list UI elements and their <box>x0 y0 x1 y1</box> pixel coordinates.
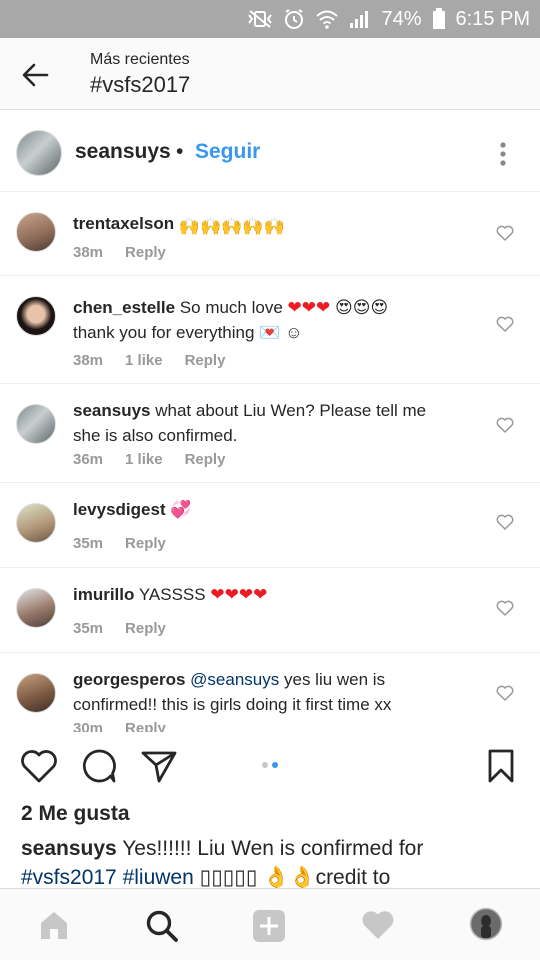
clock: 6:15 PM <box>455 7 530 30</box>
reply-link[interactable]: Reply <box>185 451 226 468</box>
comment-time: 38m <box>73 244 104 261</box>
share-icon[interactable] <box>140 748 178 789</box>
comment-likes[interactable]: 1 like <box>125 352 163 369</box>
comment-time: 38m <box>73 352 104 369</box>
hashtag-link[interactable]: #liuwen <box>123 866 194 889</box>
wifi-icon <box>315 9 339 29</box>
post-username[interactable]: seansuys <box>75 140 171 164</box>
reply-link[interactable]: Reply <box>125 244 166 261</box>
mention-link[interactable]: @seansuys <box>190 670 279 689</box>
comment-time: 36m <box>73 451 104 468</box>
like-heart-icon[interactable] <box>496 685 514 701</box>
post-header: seansuys • Seguir <box>0 112 540 192</box>
avatar[interactable] <box>16 588 56 628</box>
bottom-navigation <box>0 888 540 960</box>
page-title: #vsfs2017 <box>90 72 191 97</box>
like-heart-icon[interactable] <box>496 225 514 241</box>
smiling-emoji-icon: ☺ <box>285 323 303 342</box>
heart-eyes-emoji-icon: 😍😍😍 <box>335 298 389 317</box>
battery-percent: 74% <box>381 7 422 30</box>
comment-text-line2: thank you for everything <box>73 323 255 342</box>
raised-hands-emoji-icon: 🙌🙌🙌🙌🙌 <box>178 217 285 236</box>
comment-username[interactable]: georgesperos <box>73 670 185 689</box>
reply-link[interactable]: Reply <box>125 620 166 637</box>
list-item: georgesperos @seansuys yes liu wen is co… <box>0 653 540 732</box>
caption-text: Yes!!!!!! Liu Wen is confirmed for <box>122 837 424 860</box>
like-heart-icon[interactable] <box>496 600 514 616</box>
list-item: seansuys what about Liu Wen? Please tell… <box>0 384 540 483</box>
heart-outline-icon[interactable] <box>20 748 58 789</box>
carousel-dot-active <box>272 762 278 768</box>
likes-count[interactable]: 2 Me gusta <box>21 802 130 826</box>
comment-text: what about Liu Wen? Please tell me <box>155 401 427 420</box>
reply-link[interactable]: Reply <box>185 352 226 369</box>
follow-button[interactable]: Seguir <box>195 140 260 164</box>
comment-text-line2: she is also confirmed. <box>73 426 238 445</box>
signal-icon <box>349 9 371 29</box>
heart-emoji-icon: ❤❤❤ <box>287 298 331 317</box>
comment-text: YASSSS <box>138 585 206 604</box>
back-arrow-icon[interactable] <box>20 60 50 90</box>
carousel-dots <box>262 762 278 768</box>
comment-time: 30m <box>73 720 104 732</box>
app-header: Más recientes #vsfs2017 <box>0 38 540 110</box>
like-heart-icon[interactable] <box>496 514 514 530</box>
comment-text-line2: confirmed!! this is girls doing it first… <box>73 695 392 714</box>
list-item: levysdigest 💞 35m Reply <box>0 483 540 568</box>
comment-text: So much love <box>179 298 283 317</box>
separator-dot: • <box>176 140 184 163</box>
reply-link[interactable]: Reply <box>125 535 166 552</box>
comment-text: yes liu wen is <box>283 670 386 689</box>
avatar[interactable] <box>16 673 56 713</box>
avatar[interactable] <box>16 503 56 543</box>
home-icon[interactable] <box>38 909 70 946</box>
status-bar: 74% 6:15 PM <box>0 0 540 38</box>
hashtag-link[interactable]: #vsfs2017 <box>21 866 117 889</box>
comment-username[interactable]: trentaxelson <box>73 214 174 233</box>
list-item: imurillo YASSSS ❤❤❤❤ 35m Reply <box>0 568 540 653</box>
header-subtitle: Más recientes <box>90 51 190 68</box>
avatar[interactable] <box>16 296 56 336</box>
comment-time: 35m <box>73 535 104 552</box>
love-letter-emoji-icon: 💌 <box>259 323 281 342</box>
heart-emoji-icon: ❤❤❤❤ <box>210 585 268 604</box>
like-heart-icon[interactable] <box>496 417 514 433</box>
comment-username[interactable]: chen_estelle <box>73 298 175 317</box>
unsupported-glyphs: ▯▯▯▯▯ <box>199 866 258 889</box>
comment-username[interactable]: imurillo <box>73 585 134 604</box>
more-vertical-icon[interactable] <box>495 140 511 170</box>
list-item: chen_estelle So much love ❤❤❤ 😍😍😍 thank … <box>0 276 540 384</box>
search-icon[interactable] <box>145 909 179 948</box>
two-hearts-emoji-icon: 💞 <box>170 500 192 519</box>
comment-icon[interactable] <box>81 748 117 789</box>
comment-username[interactable]: levysdigest <box>73 500 166 519</box>
carousel-dot <box>262 762 268 768</box>
caption-username[interactable]: seansuys <box>21 837 117 860</box>
list-item: trentaxelson 🙌🙌🙌🙌🙌 38m Reply <box>0 192 540 276</box>
comment-list[interactable]: trentaxelson 🙌🙌🙌🙌🙌 38m Reply chen_estell… <box>0 192 540 732</box>
add-icon[interactable] <box>252 909 286 948</box>
comment-likes[interactable]: 1 like <box>125 451 163 468</box>
comment-username[interactable]: seansuys <box>73 401 151 420</box>
post-caption: seansuys Yes!!!!!! Liu Wen is confirmed … <box>21 834 526 892</box>
caption-text-line2: credit to <box>315 866 391 889</box>
avatar[interactable] <box>16 404 56 444</box>
avatar[interactable] <box>16 212 56 252</box>
like-heart-icon[interactable] <box>496 316 514 332</box>
reply-link[interactable]: Reply <box>125 720 166 732</box>
profile-avatar[interactable] <box>469 907 503 946</box>
avatar[interactable] <box>16 130 62 176</box>
post-actions <box>0 745 540 795</box>
vibrate-mute-icon <box>247 9 273 29</box>
battery-icon <box>432 8 446 30</box>
alarm-icon <box>283 8 305 30</box>
bookmark-icon[interactable] <box>487 748 515 789</box>
comment-time: 35m <box>73 620 104 637</box>
activity-heart-icon[interactable] <box>361 909 395 946</box>
ok-hand-emoji-icon: 👌👌 <box>263 866 316 889</box>
